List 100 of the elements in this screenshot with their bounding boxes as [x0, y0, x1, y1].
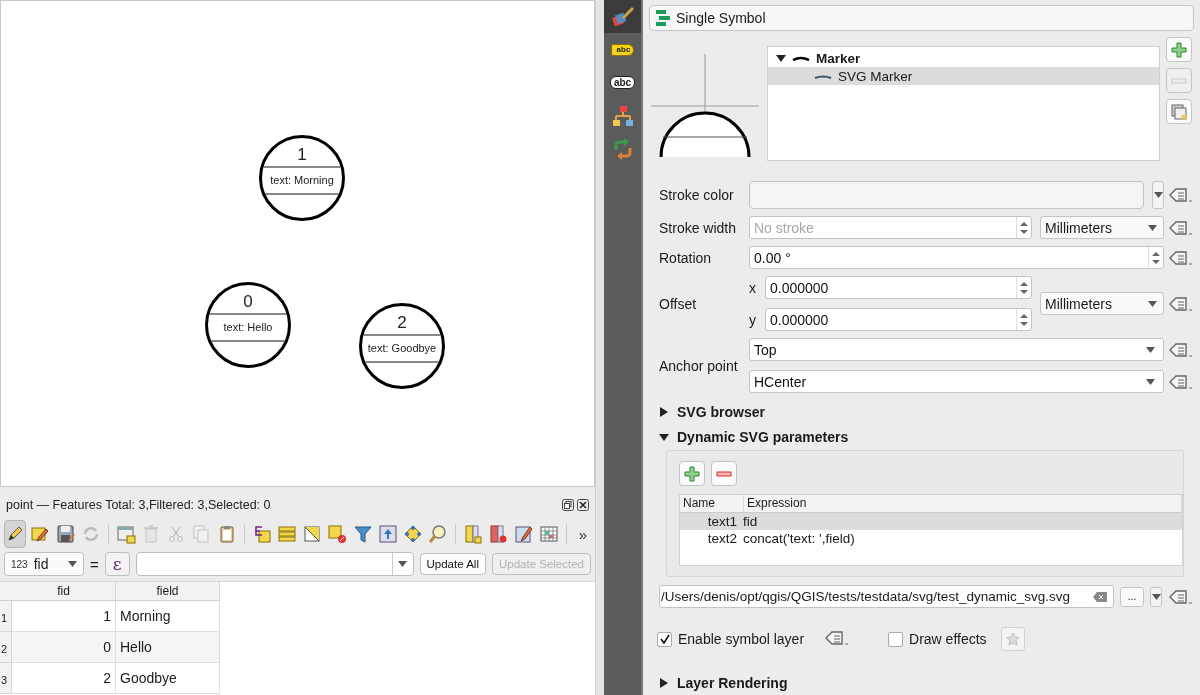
anchor-dropdown[interactable]: HCenter — [749, 370, 1164, 393]
browse-button[interactable]: ... — [1120, 586, 1144, 607]
table-cell: Morning — [116, 601, 220, 632]
expanded-triangle-icon[interactable] — [776, 53, 786, 63]
marker-symbol-icon — [792, 55, 810, 61]
collapsed-triangle-icon[interactable] — [659, 407, 669, 417]
column-header[interactable]: Expression — [744, 495, 1182, 513]
renderer-dropdown[interactable]: Single Symbol — [649, 5, 1194, 31]
caret-icon — [1148, 224, 1157, 231]
table-cell: 0 — [12, 632, 116, 663]
move-to-top-icon — [377, 524, 398, 544]
spin-arrows-icon — [1020, 280, 1028, 295]
magnifier-icon — [428, 524, 449, 544]
column-header[interactable]: field — [116, 582, 220, 601]
tree-item[interactable]: Marker — [768, 49, 1159, 67]
data-defined-icon[interactable] — [1168, 372, 1194, 391]
clear-icon[interactable] — [1093, 591, 1107, 602]
plus-icon — [1171, 41, 1187, 58]
update-button[interactable]: Update All — [419, 553, 486, 575]
row-number[interactable]: 3 — [0, 663, 12, 694]
color-button[interactable] — [749, 181, 1144, 209]
duplicate-icon — [1171, 103, 1187, 120]
section-header: Dynamic SVG parameters — [677, 429, 849, 445]
number-field[interactable]: 0.00 ° — [749, 246, 1164, 269]
table-cell: Hello — [116, 632, 220, 663]
section-header: SVG browser — [677, 404, 765, 420]
spin-arrows-icon — [1020, 312, 1028, 327]
table-cell[interactable]: text1 — [680, 513, 740, 530]
dropdown-button[interactable] — [1150, 586, 1162, 607]
map-canvas[interactable]: 1 text: Morning 0 text: Hello 2 text: Goodbye — [0, 0, 595, 487]
table-cell: 1 — [12, 601, 116, 632]
sidebar-tab[interactable] — [604, 0, 641, 33]
invert-selection-icon — [302, 524, 323, 544]
data-defined-icon[interactable] — [1168, 587, 1194, 606]
toolbar-button[interactable] — [4, 520, 27, 548]
field-label: Anchor point — [659, 357, 739, 374]
plus-icon — [684, 465, 700, 482]
close-icon[interactable] — [577, 499, 589, 511]
data-defined-icon[interactable] — [1168, 294, 1194, 313]
caret-icon — [1146, 378, 1155, 385]
caret-icon — [1146, 346, 1155, 353]
caret-icon — [1148, 300, 1157, 307]
checkbox-control[interactable]: Draw effects — [888, 631, 987, 647]
column-header[interactable]: Name — [680, 495, 744, 513]
marker-label: text: Goodbye — [367, 341, 437, 356]
float-window-icon[interactable] — [562, 499, 574, 511]
spin-arrows-icon — [1152, 250, 1160, 265]
sidebar-tab[interactable]: abc — [604, 66, 641, 99]
field-label: Stroke width — [659, 219, 738, 236]
table-cell: Goodbye — [116, 663, 220, 694]
unit-dropdown[interactable]: Millimeters — [1040, 292, 1164, 315]
checkbox-label: Draw effects — [909, 631, 987, 647]
expanded-triangle-icon[interactable] — [659, 432, 669, 442]
row-number[interactable]: 1 — [0, 601, 12, 632]
layer-button[interactable] — [1166, 37, 1192, 62]
more-button[interactable]: » — [574, 525, 592, 543]
field-dropdown[interactable]: 123 fid — [4, 552, 84, 576]
table-cell[interactable]: fid — [740, 513, 1182, 530]
unit-dropdown[interactable]: Millimeters — [1040, 216, 1164, 239]
expression-field[interactable] — [135, 552, 414, 576]
column-header[interactable]: fid — [12, 582, 116, 601]
data-defined-icon[interactable] — [1168, 186, 1194, 204]
label-tag-icon: abc — [610, 43, 635, 56]
splitter-handle[interactable] — [595, 0, 604, 695]
equals-sign: = — [90, 555, 99, 573]
file-path-field[interactable]: /Users/denis/opt/qgis/QGIS/tests/testdata/svg/test_dynamic_svg.svg — [659, 585, 1114, 608]
data-defined-icon[interactable] — [1168, 248, 1194, 267]
number-field[interactable]: 0.000000 — [765, 276, 1032, 299]
dropdown-button[interactable] — [1152, 181, 1164, 209]
checkbox[interactable] — [888, 631, 904, 647]
panel-title: point — Features Total: 3,Filtered: 3,Selected: 0 — [6, 498, 271, 512]
sidebar-tab[interactable]: abc — [604, 33, 641, 66]
add-parameter-button[interactable] — [679, 461, 705, 486]
table-pencil-icon — [513, 524, 534, 544]
caret-icon — [398, 561, 407, 567]
data-defined-icon[interactable] — [824, 628, 851, 647]
expression-button[interactable]: ε — [104, 552, 130, 576]
row-number[interactable]: 2 — [0, 632, 12, 663]
remove-parameter-button[interactable] — [711, 461, 737, 486]
marker-number: 2 — [397, 314, 407, 334]
field-label: Rotation — [659, 249, 713, 266]
svg-marker-symbol-icon — [814, 73, 832, 79]
column-delete-icon — [488, 524, 509, 544]
data-defined-icon[interactable] — [1168, 340, 1194, 359]
select-all-icon — [276, 524, 297, 544]
spin-arrows-icon — [1020, 220, 1028, 235]
data-defined-icon[interactable] — [1168, 218, 1194, 237]
table-cell: 2 — [12, 663, 116, 694]
anchor-dropdown[interactable]: Top — [749, 338, 1164, 361]
trash-icon — [141, 524, 161, 544]
minus-icon — [716, 470, 732, 477]
field-label: Stroke color — [659, 187, 735, 203]
funnel-icon — [352, 524, 373, 544]
marker-label: text: Morning — [270, 173, 334, 188]
number-field[interactable]: 0.000000 — [765, 308, 1032, 331]
checkbox[interactable] — [657, 631, 672, 647]
collapsed-triangle-icon[interactable] — [659, 678, 669, 688]
tree-item[interactable]: SVG Marker — [768, 67, 1159, 85]
column-plus-icon — [463, 524, 484, 544]
layer-button[interactable] — [1166, 99, 1192, 124]
